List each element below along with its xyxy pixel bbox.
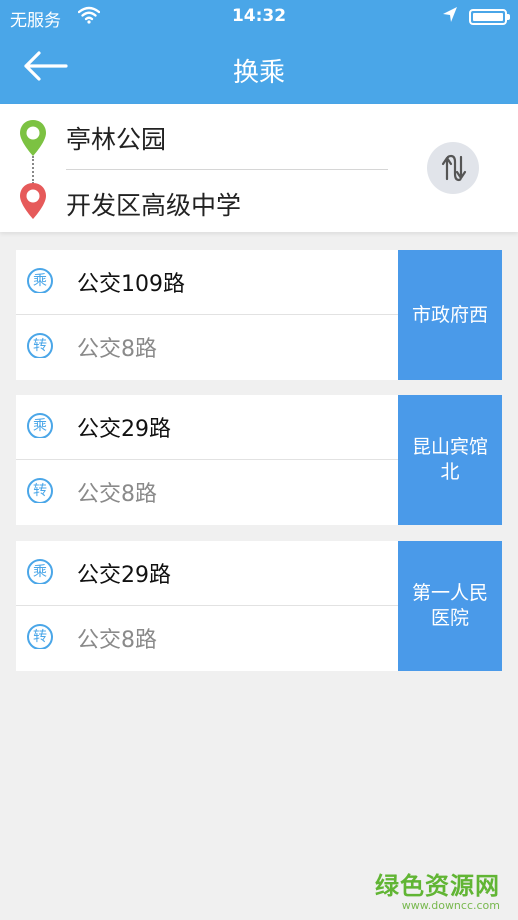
transfer-line: 公交8路 [77,628,157,653]
board-row: 乘 公交109路 [16,250,398,314]
divider [66,169,388,170]
origin-field[interactable]: 亭林公园 [66,120,166,156]
transfer-option[interactable]: 乘 公交109路 转 公交8路 市政府西 [16,250,502,380]
board-badge-icon: 乘 [27,268,53,295]
transfer-option[interactable]: 乘 公交29路 转 公交8路 第一人民医院 [16,541,502,671]
watermark-title: 绿色资源网 [375,872,500,900]
board-row: 乘 公交29路 [16,395,398,459]
transfer-badge-icon: 转 [27,624,53,651]
transfer-badge-icon: 转 [27,478,53,505]
swap-button[interactable] [427,142,479,194]
status-bar: 无服务 14:32 [0,0,518,34]
battery-icon [469,9,510,25]
start-pin-icon [18,119,48,161]
transfer-row: 转 公交8路 [16,315,398,379]
location-arrow-icon [442,6,458,29]
board-badge-icon: 乘 [27,413,53,440]
clock: 14:32 [231,6,287,26]
transfer-stop: 市政府西 [398,250,502,380]
destination-field[interactable]: 开发区高级中学 [66,186,241,222]
route-connector [32,156,34,184]
board-row: 乘 公交29路 [16,541,398,605]
board-line: 公交29路 [77,563,171,588]
transfer-stop: 第一人民医院 [398,541,502,671]
board-line: 公交29路 [77,417,171,442]
transfer-line: 公交8路 [77,482,157,507]
transfer-row: 转 公交8路 [16,460,398,524]
watermark: 绿色资源网 www.downcc.com [375,866,500,912]
board-line: 公交109路 [77,272,185,297]
transfer-row: 转 公交8路 [16,606,398,670]
swap-vertical-icon [441,154,467,182]
transfer-option[interactable]: 乘 公交29路 转 公交8路 昆山宾馆北 [16,395,502,525]
transfer-badge-icon: 转 [27,333,53,360]
board-badge-icon: 乘 [27,559,53,586]
app-header: 无服务 14:32 换乘 [0,0,518,104]
transfer-stop: 昆山宾馆北 [398,395,502,525]
transfer-line: 公交8路 [77,337,157,362]
end-pin-icon [18,182,48,224]
page-title: 换乘 [232,58,285,88]
